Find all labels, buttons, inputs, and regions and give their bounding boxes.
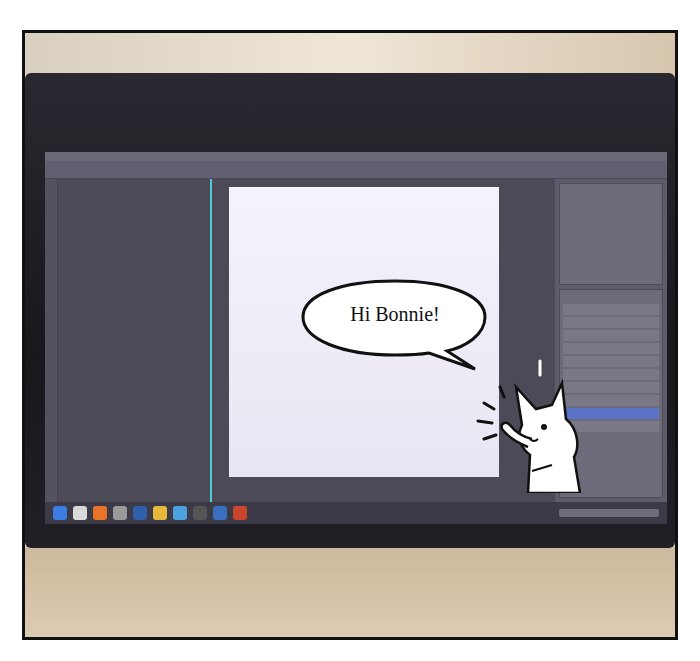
app-icon[interactable] <box>213 506 227 520</box>
layer-row[interactable] <box>563 408 659 419</box>
character-panel <box>559 183 663 285</box>
app-icon[interactable] <box>73 506 87 520</box>
taskbar <box>45 502 667 524</box>
wall <box>25 33 675 73</box>
menu-bar <box>45 152 667 161</box>
app-icon[interactable] <box>153 506 167 520</box>
app-icon[interactable] <box>93 506 107 520</box>
dog-character-icon <box>470 343 600 493</box>
app-icon[interactable] <box>113 506 127 520</box>
app-icon[interactable] <box>233 506 247 520</box>
options-bar <box>45 161 667 179</box>
comic-page: Hi Bonnie! <box>0 0 700 661</box>
layer-row[interactable] <box>563 369 659 380</box>
speech-bubble: Hi Bonnie! <box>297 277 493 373</box>
app-icon[interactable] <box>173 506 187 520</box>
layer-row[interactable] <box>563 382 659 393</box>
system-tray <box>559 509 659 517</box>
layer-row[interactable] <box>563 421 659 432</box>
toolbox <box>45 179 58 502</box>
guide-line <box>210 179 212 502</box>
layer-row[interactable] <box>563 395 659 406</box>
layer-row[interactable] <box>563 304 659 315</box>
comic-panel: Hi Bonnie! <box>22 30 678 640</box>
work-area <box>58 179 555 502</box>
desk <box>25 548 675 637</box>
app-icon[interactable] <box>53 506 67 520</box>
layer-row[interactable] <box>563 317 659 328</box>
layer-row[interactable] <box>563 356 659 367</box>
layer-row[interactable] <box>563 343 659 354</box>
app-icon[interactable] <box>133 506 147 520</box>
app-icon[interactable] <box>193 506 207 520</box>
speech-text: Hi Bonnie! <box>307 303 483 326</box>
layer-row[interactable] <box>563 330 659 341</box>
